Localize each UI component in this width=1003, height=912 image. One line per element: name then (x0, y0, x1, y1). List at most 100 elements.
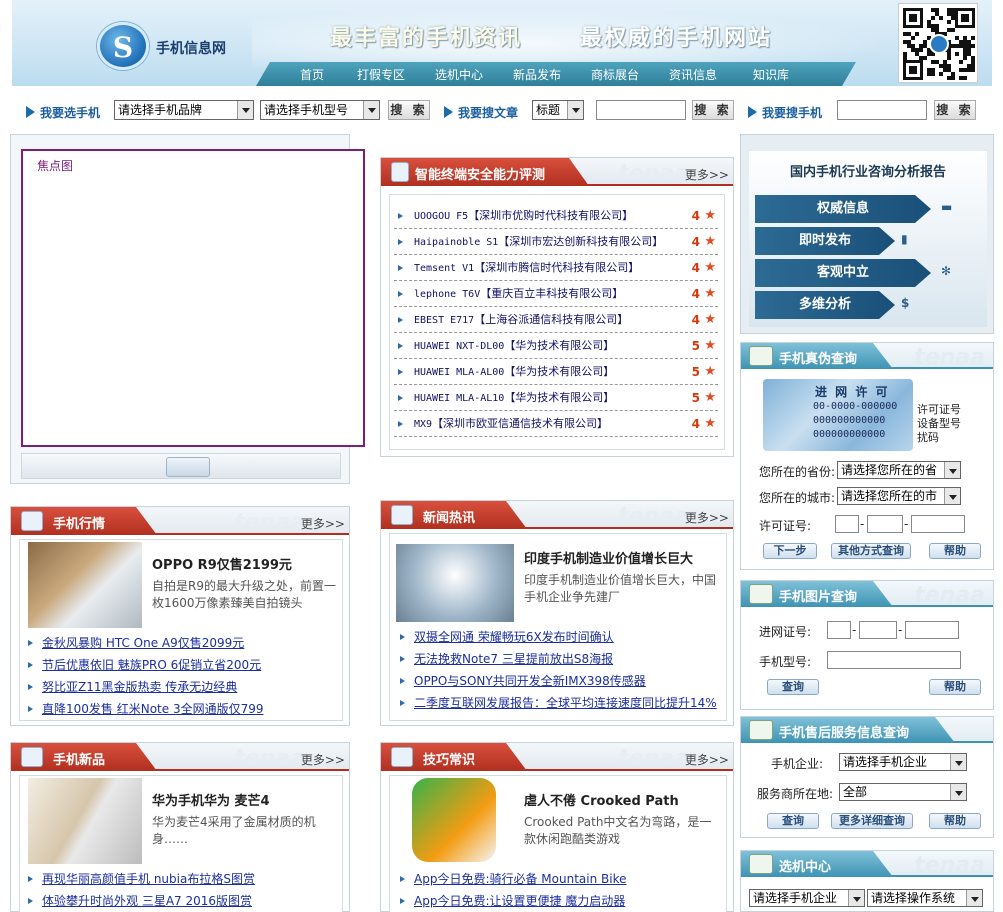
tips-more-link[interactable]: 更多>> (685, 751, 729, 768)
province-select[interactable]: 请选择您所在的省 (837, 461, 961, 479)
industry-report-banner[interactable]: 国内手机行业咨询分析报告 权威信息 即时发布 客观中立 多维分析 ▬ ▮ ✻ $ (749, 151, 987, 327)
photo-license-input-2[interactable] (859, 621, 897, 639)
list-item[interactable]: 金秋风暴购 HTC One A9仅售2099元 (28, 632, 338, 654)
service-help-button[interactable]: 帮助 (929, 813, 981, 829)
list-item[interactable]: OPPO与SONY共同开发全新IMX398传感器 (400, 670, 722, 692)
star-icon: ★ (704, 234, 716, 249)
list-item[interactable]: 无法挽救Note7 三星提前放出S8海报 (400, 648, 722, 670)
phone-search-button[interactable]: 搜 索 (934, 100, 976, 120)
hot-news-feature-title[interactable]: 印度手机制造业价值增长巨大 (524, 548, 693, 567)
report-row-objective: 客观中立 (755, 259, 931, 287)
list-item[interactable]: 努比亚Z11黑金版热卖 传承无边经典 (28, 676, 338, 698)
list-item[interactable]: 节后优惠依旧 魅族PRO 6促销立省200元 (28, 654, 338, 676)
security-rating-item-name[interactable]: MX9【深圳市欧亚信通信技术有限公司】 (414, 411, 608, 438)
security-rating-item[interactable]: lephone T6V【重庆百立丰科技有限公司】 4 ★ (394, 281, 718, 307)
model-select[interactable]: 请选择手机型号 (260, 100, 380, 120)
site-logo-text[interactable]: 手机信息网 (156, 38, 226, 58)
security-rating-item-name[interactable]: lephone T6V【重庆百立丰科技有限公司】 (414, 281, 623, 308)
city-select[interactable]: 请选择您所在的市 (837, 487, 961, 505)
hot-news-panel: tenaa 新闻热讯 更多>> 印度手机制造业价值增长巨大 印度手机制造业价值增… (380, 500, 734, 726)
list-item[interactable]: 直降100发售 红米Note 3全网通版仅799 (28, 698, 338, 720)
security-rating-item[interactable]: HUAWEI MLA-AL10【华为技术有限公司】 5 ★ (394, 385, 718, 411)
service-query-button[interactable]: 查询 (767, 813, 819, 829)
dollar-icon: $ (901, 296, 910, 310)
license-number-label: 许可证号: (759, 519, 812, 533)
security-rating-item-name[interactable]: HUAWEI MLA-AL10【华为技术有限公司】 (414, 385, 614, 412)
license-input-1[interactable] (835, 515, 859, 533)
choose-phone-search-button[interactable]: 搜 索 (388, 100, 430, 120)
new-phones-more-link[interactable]: 更多>> (301, 751, 345, 768)
security-rating-item-name[interactable]: UOOGOU F5【深圳市优购时代科技有限公司】 (414, 203, 633, 230)
security-rating-item-name[interactable]: Haipainoble S1【深圳市宏达创新科技有限公司】 (414, 229, 663, 256)
security-rating-item-name[interactable]: EBEST E717【上海谷派通信科技有限公司】 (414, 307, 628, 334)
brand-select[interactable]: 请选择手机品牌 (114, 100, 254, 120)
tips-feature-title[interactable]: 虐人不倦 Crooked Path (524, 790, 679, 809)
service-company-select[interactable]: 请选择手机企业 (839, 753, 967, 771)
photo-query-button[interactable]: 查询 (767, 679, 819, 695)
license-input-3[interactable] (911, 515, 965, 533)
market-feature-title[interactable]: OPPO R9仅售2199元 (152, 554, 292, 573)
list-item[interactable]: App今日免费:让设置更便捷 魔力启动器 (400, 890, 722, 912)
list-item[interactable]: 二季度互联网发展报告：全球平均连接速度同比提升14% (400, 692, 722, 726)
focus-slideshow[interactable]: 焦点图 (21, 149, 365, 447)
list-item[interactable]: App今日免费:骑行必备 Mountain Bike (400, 868, 722, 890)
selector-os-select[interactable]: 请选择操作系统 (867, 889, 983, 907)
security-score: 4 (691, 313, 700, 327)
security-rating-item[interactable]: UOOGOU F5【深圳市优购时代科技有限公司】 4 ★ (394, 203, 718, 229)
new-phone-feature-title[interactable]: 华为手机华为 麦芒4 (152, 790, 270, 809)
list-item[interactable]: 体验攀升时尚外观 三星A7 2016版图赏 (28, 890, 338, 912)
market-feature-image[interactable] (28, 542, 142, 628)
header-slogan-1: 最丰富的手机资讯 (330, 26, 523, 51)
site-logo-icon[interactable]: S (97, 22, 149, 70)
security-rating-more-link[interactable]: 更多>> (685, 166, 729, 183)
nav-home[interactable]: 首页 (282, 66, 342, 83)
security-rating-item[interactable]: HUAWEI NXT-DL00【华为技术有限公司】 5 ★ (394, 333, 718, 359)
new-phone-feature-image[interactable] (28, 778, 142, 864)
security-rating-item-name[interactable]: HUAWEI NXT-DL00【华为技术有限公司】 (414, 333, 614, 360)
service-more-query-button[interactable]: 更多详细查询 (831, 813, 913, 829)
new-phones-content: 华为手机华为 麦芒4 华为麦芒4采用了金属材质的机身…… 再现华丽高颜值手机 n… (19, 775, 343, 912)
nav-news-info[interactable]: 资讯信息 (654, 66, 732, 83)
slide-nav-icon[interactable] (166, 457, 210, 477)
star-icon: ★ (704, 364, 716, 379)
nav-knowledge[interactable]: 知识库 (732, 66, 810, 83)
hot-news-list: 双摄全网通 荣耀畅玩6X发布时间确认 无法挽救Note7 三星提前放出S8海报 … (400, 626, 722, 726)
article-type-select[interactable]: 标题 (532, 100, 584, 120)
license-input-2[interactable] (867, 515, 903, 533)
nav-new-releases[interactable]: 新品发布 (498, 66, 576, 83)
nav-phone-selector[interactable]: 选机中心 (420, 66, 498, 83)
hot-news-more-link[interactable]: 更多>> (685, 509, 729, 526)
focus-thumbnail-strip (21, 453, 341, 479)
photo-license-input-1[interactable] (827, 621, 851, 639)
selector-company-select[interactable]: 请选择手机企业 (749, 889, 865, 907)
other-query-button[interactable]: 其他方式查询 (831, 543, 911, 559)
nav-trademark[interactable]: 商标展台 (576, 66, 654, 83)
industry-report-panel: 国内手机行业咨询分析报告 权威信息 即时发布 客观中立 多维分析 ▬ ▮ ✻ $ (740, 134, 994, 334)
tips-feature-image[interactable] (412, 778, 496, 862)
photo-help-button[interactable]: 帮助 (929, 679, 981, 695)
security-rating-item[interactable]: EBEST E717【上海谷派通信科技有限公司】 4 ★ (394, 307, 718, 333)
article-search-button[interactable]: 搜 索 (692, 100, 734, 120)
list-item[interactable]: 再现华丽高颜值手机 nubia布拉格S图赏 (28, 868, 338, 890)
people-icon (749, 854, 773, 874)
security-rating-item[interactable]: MX9【深圳市欧亚信通信技术有限公司】 4 ★ (394, 411, 718, 437)
nav-anti-fake[interactable]: 打假专区 (342, 66, 420, 83)
hot-news-feature-image[interactable] (396, 544, 514, 622)
list-item[interactable]: 双摄全网通 荣耀畅玩6X发布时间确认 (400, 626, 722, 648)
security-rating-item[interactable]: HUAWEI MLA-AL00【华为技术有限公司】 5 ★ (394, 359, 718, 385)
security-rating-item[interactable]: Temsent V1【深圳市腾信时代科技有限公司】 4 ★ (394, 255, 718, 281)
next-step-button[interactable]: 下一步 (763, 543, 817, 559)
photo-license-input-3[interactable] (905, 621, 959, 639)
security-rating-item[interactable]: Haipainoble S1【深圳市宏达创新科技有限公司】 4 ★ (394, 229, 718, 255)
market-more-link[interactable]: 更多>> (301, 515, 345, 532)
verify-help-button[interactable]: 帮助 (929, 543, 981, 559)
chevron-down-icon (237, 101, 253, 119)
article-search-input[interactable] (596, 100, 686, 120)
phone-search-input[interactable] (837, 100, 927, 120)
security-score: 5 (691, 339, 700, 353)
service-location-select[interactable]: 全部 (839, 783, 967, 801)
photo-model-input[interactable] (827, 651, 961, 669)
security-rating-item-name[interactable]: HUAWEI MLA-AL00【华为技术有限公司】 (414, 359, 614, 386)
security-rating-item-name[interactable]: Temsent V1【深圳市腾信时代科技有限公司】 (414, 255, 639, 282)
province-label: 您所在的省份: (759, 465, 836, 479)
